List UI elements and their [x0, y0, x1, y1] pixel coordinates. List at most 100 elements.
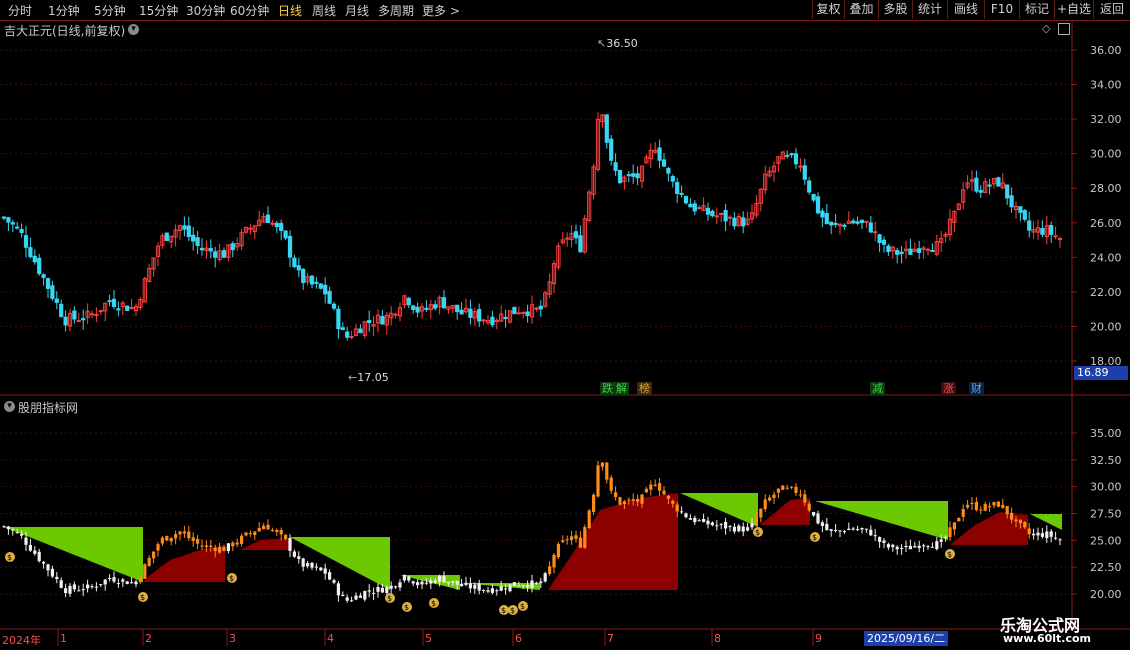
- candle: [116, 301, 121, 317]
- indicator-candle: [706, 516, 710, 529]
- candle: [670, 174, 675, 188]
- candle: [160, 232, 165, 249]
- indicator-candle: [570, 531, 574, 545]
- indicator-candle: [147, 555, 151, 567]
- candle: [943, 231, 948, 243]
- candle: [208, 239, 213, 259]
- event-tag-finance[interactable]: 财: [969, 382, 984, 395]
- indicator-candle: [226, 543, 230, 554]
- candle: [820, 208, 825, 228]
- candle: [349, 330, 354, 340]
- candle: [389, 306, 394, 326]
- candle: [802, 158, 807, 185]
- indicator-candle: [1058, 538, 1062, 546]
- svg-text:$: $: [755, 528, 760, 537]
- candle: [111, 290, 117, 310]
- indicator-candle: [895, 545, 899, 555]
- candle: [1022, 209, 1027, 222]
- candle: [50, 280, 55, 301]
- candle: [855, 216, 860, 226]
- bear-zone-fill: [815, 501, 948, 540]
- candle: [978, 184, 983, 198]
- indicator-tick-label: 25.00: [1090, 534, 1122, 547]
- indicator-candle: [860, 527, 864, 534]
- candle: [758, 188, 763, 212]
- indicator-candle: [935, 536, 939, 551]
- candle: [811, 193, 816, 203]
- kline-chart[interactable]: 36.00 34.00 32.00 30.00 28.00 26.00 24.00 22.00…: [0, 0, 1130, 650]
- indicator-candle: [248, 530, 252, 537]
- candle: [455, 304, 460, 320]
- candle: [243, 226, 249, 234]
- candle: [94, 307, 99, 323]
- candle: [186, 216, 191, 241]
- candle: [714, 207, 719, 225]
- candle: [833, 213, 838, 228]
- indicator-candle: [116, 578, 120, 588]
- candle: [490, 310, 495, 328]
- month-label: 4: [327, 632, 334, 645]
- candle: [345, 326, 350, 341]
- indicator-candle: [86, 579, 90, 593]
- event-tag-rise[interactable]: 涨: [941, 382, 956, 395]
- indicator-candle: [103, 578, 107, 591]
- indicator-candle: [411, 580, 415, 587]
- candle: [749, 204, 755, 224]
- month-label: 7: [607, 632, 614, 645]
- candle: [754, 194, 759, 218]
- indicator-candle: [543, 571, 547, 583]
- event-tag-unlock[interactable]: 解: [614, 382, 629, 395]
- candle: [591, 163, 596, 200]
- bull-zone-fill: [143, 545, 225, 582]
- indicator-candle: [200, 539, 204, 550]
- candle: [32, 249, 37, 265]
- price-tick-label: 26.00: [1090, 217, 1122, 230]
- candle: [1044, 216, 1049, 245]
- indicator-candle: [983, 501, 987, 512]
- bear-zone-fill: [290, 537, 390, 590]
- candle: [622, 175, 627, 190]
- candle: [556, 242, 561, 271]
- indicator-candle: [90, 584, 94, 589]
- indicator-candle: [979, 506, 983, 515]
- candle: [705, 202, 711, 221]
- indicator-candle: [578, 531, 582, 549]
- candle: [301, 267, 306, 290]
- indicator-candle: [354, 592, 358, 601]
- candle: [424, 300, 429, 312]
- candle: [252, 225, 257, 240]
- candle: [1000, 173, 1005, 190]
- candle: [415, 302, 420, 318]
- candle: [631, 164, 636, 184]
- indicator-candle: [900, 544, 904, 555]
- indicator-candle: [420, 579, 424, 590]
- event-tag-drop[interactable]: 跌: [600, 382, 615, 395]
- candle: [578, 225, 583, 253]
- svg-text:$: $: [520, 602, 525, 611]
- candle: [529, 295, 535, 324]
- indicator-candle: [512, 582, 516, 587]
- indicator-candle: [416, 579, 420, 589]
- candle: [912, 242, 917, 253]
- candle: [296, 257, 301, 278]
- candle: [657, 139, 662, 169]
- candle: [507, 310, 513, 324]
- indicator-candle: [28, 538, 32, 552]
- indicator-candle: [574, 530, 578, 543]
- indicator-candle: [169, 537, 173, 546]
- watermark-url: www.60lt.com: [1003, 632, 1092, 645]
- indicator-candle: [732, 523, 736, 534]
- indicator-candle: [869, 525, 873, 537]
- candle: [164, 232, 169, 242]
- candle: [741, 211, 746, 234]
- price-tick-label: 20.00: [1090, 320, 1122, 333]
- candle: [551, 260, 557, 294]
- candle: [613, 153, 618, 176]
- event-tag-reduce[interactable]: 减: [870, 382, 885, 395]
- indicator-candle: [851, 526, 855, 531]
- indicator-candle: [77, 585, 81, 592]
- indicator-candle: [970, 497, 974, 510]
- event-tag-list[interactable]: 榜: [637, 382, 652, 395]
- indicator-candle: [160, 535, 164, 546]
- candle: [226, 244, 231, 262]
